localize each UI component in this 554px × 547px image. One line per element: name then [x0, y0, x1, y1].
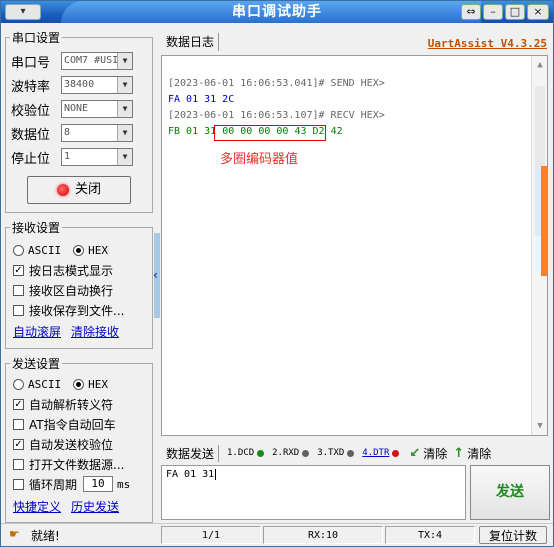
log-line: [2023-06-01 16:06:53.041]# SEND HEX> — [168, 78, 385, 89]
save-to-file-checkbox[interactable]: 接收保存到文件... — [13, 301, 124, 319]
baud-row: 波特率 38400 ▼ — [11, 75, 133, 95]
version-link[interactable]: UartAssist V4.3.25 — [428, 37, 547, 50]
annotation-label: 多圈编码器值 — [220, 152, 299, 167]
pin-icon[interactable]: ⇔ — [461, 4, 481, 20]
shortcut-link[interactable]: 快捷定义 — [13, 498, 61, 515]
chevron-left-icon: ‹ — [153, 268, 158, 282]
status-bar: ☛ 就绪! 1/1 RX:10 TX:4 复位计数 — [1, 523, 553, 546]
title-bar: ▾ 串口调试助手 ⇔ – □ × — [1, 1, 553, 23]
tx-count: TX:4 — [385, 526, 475, 544]
parity-label: 校验位 — [11, 103, 51, 119]
chevron-down-icon: ▼ — [117, 149, 132, 165]
escape-checkbox[interactable]: ✓ 自动解析转义符 — [13, 395, 113, 413]
receive-hex-radio[interactable] — [73, 244, 85, 256]
open-close-port-button[interactable]: 关闭 — [27, 176, 131, 204]
clear-send-button[interactable]: ↑ 清除 — [453, 445, 491, 462]
port-select[interactable]: COM7 #USI ▼ — [61, 52, 133, 70]
txd-indicator: 3.TXD — [317, 448, 355, 458]
stopbits-label: 停止位 — [11, 151, 51, 167]
send-links: 快捷定义 历史发送 — [13, 497, 119, 515]
send-ascii-radio[interactable] — [13, 378, 24, 390]
panel-splitter[interactable]: ‹ — [153, 233, 160, 318]
send-toolbar: 数据发送 1.DCD 2.RXD 3.TXD 4.DTR ↙ 清除 ↑ 清除 — [162, 443, 491, 463]
page-count: 1/1 — [161, 526, 261, 544]
loop-checkbox[interactable] — [13, 478, 24, 490]
status-dot-icon — [257, 449, 265, 457]
receive-links: 自动滚屏 清除接收 — [13, 322, 119, 340]
loop-period-input[interactable]: 10 — [83, 476, 114, 492]
parity-row: 校验位 NONE ▼ — [11, 99, 133, 119]
parity-select[interactable]: NONE ▼ — [61, 100, 133, 118]
dtr-toggle[interactable]: 4.DTR — [362, 448, 400, 458]
reset-count-button[interactable]: 复位计数 — [479, 526, 547, 544]
receive-log-area[interactable]: [2023-06-01 16:06:53.041]# SEND HEX> FA … — [161, 55, 548, 436]
log-line: [2023-06-01 16:06:53.107]# RECV HEX> — [168, 110, 385, 121]
status-dot-icon — [302, 449, 310, 457]
app-window: ▾ 串口调试助手 ⇔ – □ × 串口设置 串口号 COM7 #USI ▼ 波特率… — [0, 0, 554, 547]
baud-select[interactable]: 38400 ▼ — [61, 76, 133, 94]
send-hex-radio[interactable] — [73, 378, 85, 390]
minimize-button[interactable]: – — [483, 4, 503, 20]
receive-ascii-radio[interactable] — [13, 244, 24, 256]
databits-row: 数据位 8 ▼ — [11, 123, 133, 143]
log-line: FA 01 31 2C — [168, 94, 235, 105]
serial-settings-legend: 串口设置 — [12, 31, 61, 45]
auto-scroll-link[interactable]: 自动滚屏 — [13, 323, 61, 340]
send-settings-legend: 发送设置 — [12, 357, 61, 371]
stopbits-select[interactable]: 1 ▼ — [61, 148, 133, 166]
chevron-down-icon: ▼ — [117, 53, 132, 69]
status-dot-icon — [392, 449, 400, 457]
checksum-checkbox[interactable]: ✓ 自动发送校验位 — [13, 435, 113, 453]
chevron-down-icon: ▼ — [117, 77, 132, 93]
chevron-down-icon: ▼ — [117, 101, 132, 117]
checkmark-icon: ✓ — [13, 264, 24, 276]
highlight-box — [214, 125, 326, 141]
side-marker — [541, 166, 547, 276]
status-icon: ☛ — [9, 527, 20, 541]
rx-count: RX:10 — [263, 526, 383, 544]
scroll-up-icon[interactable]: ▲ — [534, 59, 546, 71]
clear-receive-link[interactable]: 清除接收 — [71, 323, 119, 340]
broom-icon: ↙ — [409, 445, 421, 461]
port-label: 串口号 — [11, 55, 51, 71]
scroll-down-icon[interactable]: ▼ — [534, 420, 546, 432]
receive-format-row: ASCII HEX — [13, 241, 108, 259]
close-button[interactable]: × — [527, 4, 549, 20]
return-icon: ↑ — [453, 445, 465, 461]
chevron-down-icon: ▼ — [117, 125, 132, 141]
loop-row: 循环周期 10 ms — [13, 475, 130, 493]
baud-label: 波特率 — [11, 79, 51, 95]
clear-button[interactable]: ↙ 清除 — [409, 445, 447, 462]
status-dot-icon — [347, 449, 355, 457]
databits-label: 数据位 — [11, 127, 51, 143]
history-link[interactable]: 历史发送 — [71, 498, 119, 515]
send-input[interactable]: FA 01 31 — [161, 465, 466, 520]
at-enter-checkbox[interactable]: AT指令自动回车 — [13, 415, 116, 433]
maximize-button[interactable]: □ — [505, 4, 525, 20]
databits-select[interactable]: 8 ▼ — [61, 124, 133, 142]
send-format-row: ASCII HEX — [13, 375, 108, 393]
stopbits-row: 停止位 1 ▼ — [11, 147, 133, 167]
settings-panel: 串口设置 串口号 COM7 #USI ▼ 波特率 38400 ▼ 校验位 NONE ▼… — [5, 29, 155, 533]
file-source-checkbox[interactable]: 打开文件数据源... — [13, 455, 124, 473]
status-ready: 就绪! — [31, 529, 60, 543]
tab-data-send[interactable]: 数据发送 — [162, 444, 220, 462]
log-mode-checkbox[interactable]: ✓ 按日志模式显示 — [13, 261, 113, 279]
port-row: 串口号 COM7 #USI ▼ — [11, 51, 133, 71]
send-button[interactable]: 发送 — [470, 465, 550, 520]
auto-wrap-checkbox[interactable]: 接收区自动换行 — [13, 281, 113, 299]
dcd-indicator: 1.DCD — [227, 448, 265, 458]
log-tab-header: 数据日志 — [162, 33, 220, 53]
receive-settings-legend: 接收设置 — [12, 221, 61, 235]
rxd-indicator: 2.RXD — [272, 448, 310, 458]
port-status-icon — [56, 183, 69, 196]
tab-data-log[interactable]: 数据日志 — [162, 33, 220, 51]
